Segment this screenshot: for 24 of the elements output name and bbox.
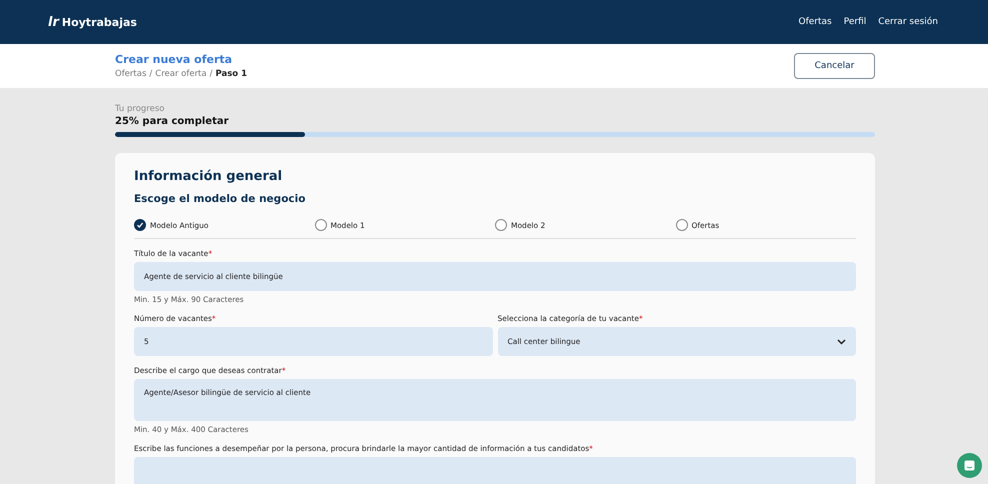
page-title: Crear nueva oferta xyxy=(115,53,234,66)
section-subtitle: Escoge el modelo de negocio xyxy=(134,193,306,205)
progress-label: 25% para completar xyxy=(115,116,230,127)
brand-name: Hoytrabajas xyxy=(62,16,137,28)
radio-button[interactable] xyxy=(676,219,688,231)
breadcrumb-separator: / xyxy=(149,69,152,79)
section-title: Información general xyxy=(134,169,284,184)
logo-mark: lr xyxy=(48,14,59,30)
progress-caption: Tu progreso xyxy=(115,104,166,114)
breadcrumb-separator: / xyxy=(210,69,212,79)
cancel-button[interactable]: Cancelar xyxy=(794,53,875,79)
breadcrumb-item[interactable]: Ofertas xyxy=(115,69,146,79)
chat-icon xyxy=(964,460,975,471)
chevron-down-icon xyxy=(837,338,846,344)
nav-link[interactable]: Ofertas xyxy=(798,17,832,27)
radio-button[interactable] xyxy=(495,219,507,231)
check-icon xyxy=(136,221,144,229)
chat-button[interactable] xyxy=(957,453,982,478)
radio-button[interactable] xyxy=(134,219,146,231)
nav-link[interactable]: Perfil xyxy=(844,17,866,27)
breadcrumb-item[interactable]: Crear oferta xyxy=(155,69,207,79)
radio-button[interactable] xyxy=(314,219,326,231)
nav-link[interactable]: Cerrar sesión xyxy=(878,17,938,27)
breadcrumb-item: Paso 1 xyxy=(215,69,247,79)
